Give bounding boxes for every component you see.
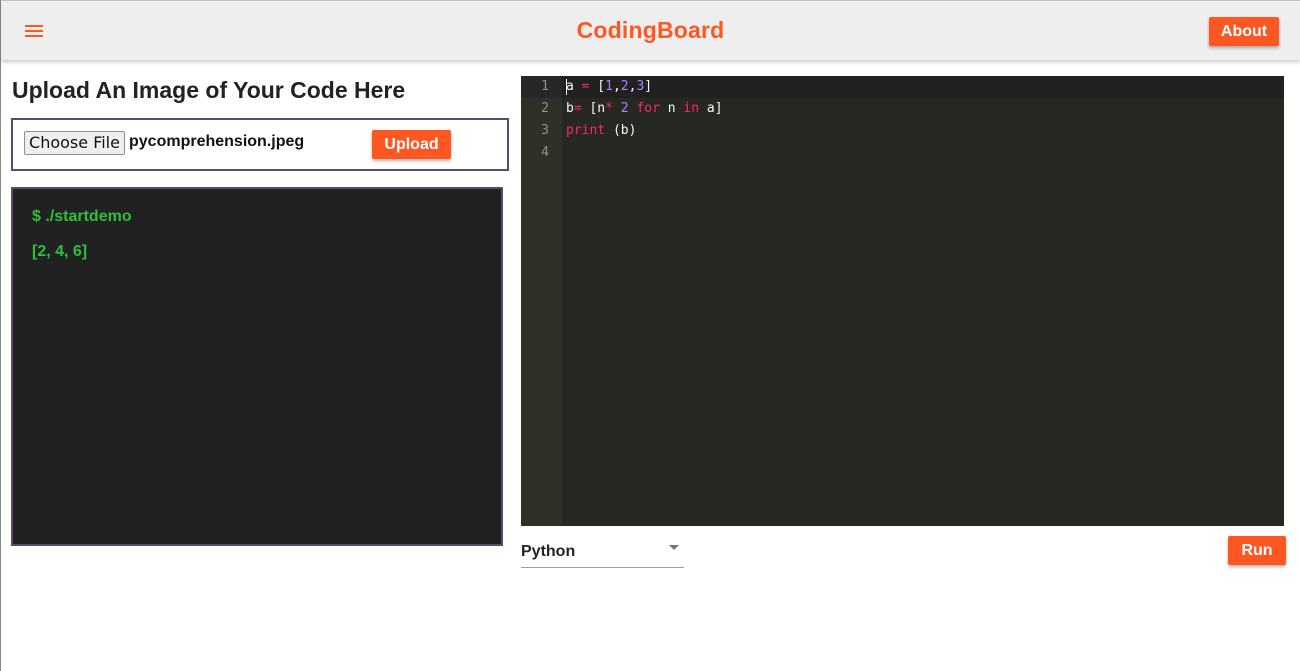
upload-form: Choose File pycomprehension.jpeg Upload [11, 118, 509, 171]
code-line[interactable]: a = [1,2,3] [566, 79, 652, 94]
terminal-output: [2, 4, 6] [32, 243, 88, 260]
terminal-output-panel: $ ./startdemo [2, 4, 6] [11, 187, 503, 546]
window-left-border [0, 0, 1, 671]
line-number-gutter: 1 2 3 4 [521, 76, 562, 526]
choose-file-button[interactable]: Choose File [24, 131, 125, 155]
selected-file-name: pycomprehension.jpeg [129, 133, 305, 150]
line-number: 2 [541, 101, 549, 116]
app-bar: CodingBoard About [1, 1, 1300, 60]
code-editor[interactable]: 1 2 3 4 a = [1,2,3] b= [n* 2 for n in a]… [521, 76, 1284, 526]
app-title: CodingBoard [576, 17, 725, 43]
about-button[interactable]: About [1209, 17, 1279, 46]
upload-heading: Upload An Image of Your Code Here [12, 77, 406, 103]
language-select-value: Python [521, 543, 576, 560]
active-line-highlight [562, 76, 1284, 98]
line-number: 3 [541, 123, 549, 138]
run-button[interactable]: Run [1228, 536, 1286, 565]
language-select[interactable]: Python [521, 537, 684, 568]
upload-button[interactable]: Upload [372, 130, 451, 159]
text-cursor [566, 79, 567, 95]
code-line[interactable]: print (b) [566, 123, 636, 138]
code-line[interactable]: b= [n* 2 for n in a] [566, 101, 723, 116]
terminal-command: $ ./startdemo [32, 208, 132, 225]
line-number: 1 [541, 79, 549, 94]
chevron-down-icon [669, 545, 679, 550]
line-number: 4 [541, 145, 549, 160]
